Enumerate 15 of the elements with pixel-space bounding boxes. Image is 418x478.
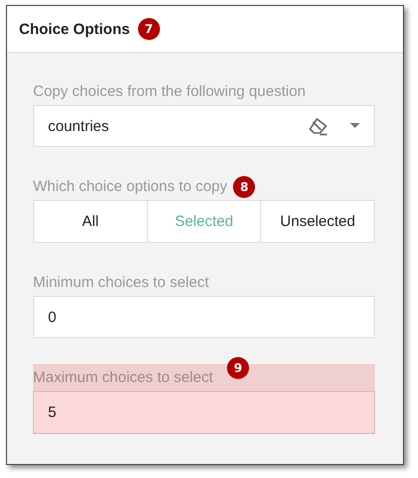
panel-title: Choice Options — [19, 20, 130, 38]
caret-icon[interactable] — [350, 123, 360, 129]
select-field[interactable]: countries — [33, 105, 375, 147]
number-field[interactable]: 5 — [33, 391, 375, 434]
field-label: Which choice options to copy — [33, 178, 228, 195]
field-label: Minimum choices to select — [33, 274, 209, 291]
field-label: Maximum choices to select — [33, 369, 214, 386]
callout-badge: 7 — [138, 18, 160, 40]
segment-tab[interactable]: All — [33, 200, 148, 243]
segment-tab[interactable]: Unselected — [260, 200, 376, 243]
eraser-icon — [308, 116, 330, 136]
callout-badge: 9 — [227, 356, 250, 378]
field-label: Copy choices from the following question — [33, 83, 306, 100]
number-field[interactable]: 0 — [33, 296, 375, 338]
callout-badge: 8 — [233, 176, 256, 198]
